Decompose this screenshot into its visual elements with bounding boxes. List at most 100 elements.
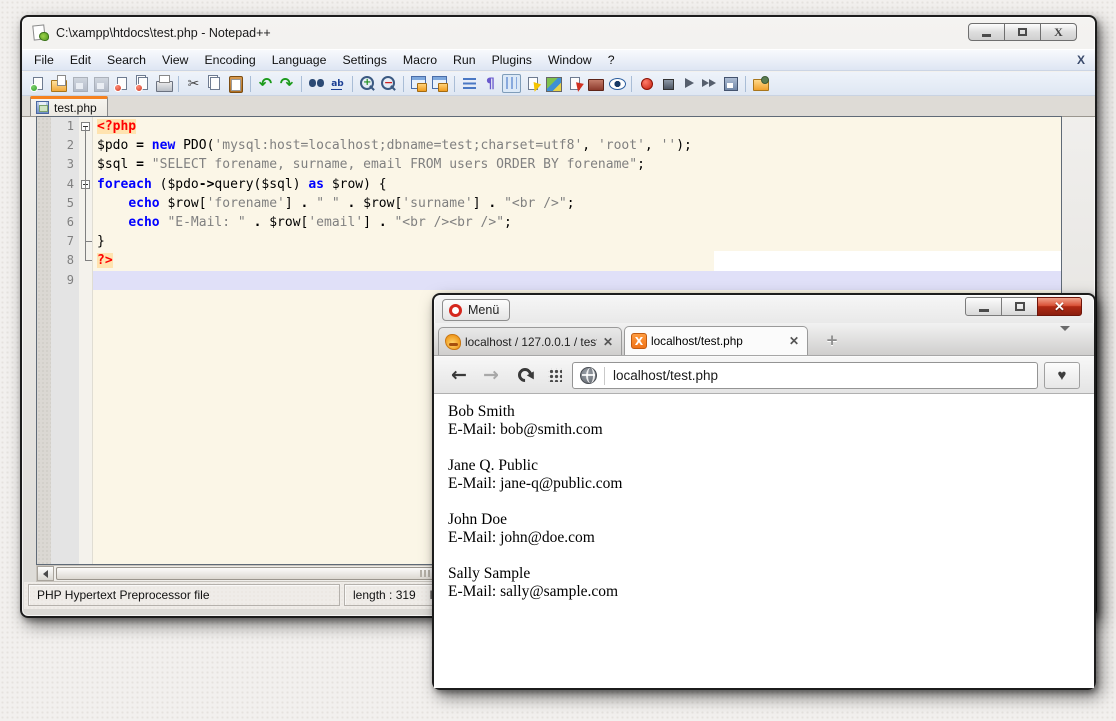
- open-file-icon[interactable]: [49, 74, 68, 93]
- scroll-left-button[interactable]: [37, 566, 54, 581]
- notepadpp-titlebar[interactable]: C:\xampp\htdocs\test.php - Notepad++ X: [22, 17, 1095, 49]
- new-tab-button[interactable]: +: [822, 330, 842, 350]
- code-segment: <?php: [97, 119, 136, 134]
- code-segment: ;: [504, 215, 512, 230]
- define-language-icon[interactable]: [523, 74, 542, 93]
- close-icon[interactable]: [112, 74, 131, 93]
- code-segment: [246, 215, 254, 230]
- show-indent-guide-icon[interactable]: [502, 74, 521, 93]
- reload-button[interactable]: [512, 362, 538, 388]
- code-segment: =: [136, 157, 144, 172]
- undo-icon[interactable]: ↶: [256, 74, 275, 93]
- save-all-icon[interactable]: [91, 74, 110, 93]
- minimize-icon: [982, 34, 991, 37]
- menu-settings[interactable]: Settings: [334, 51, 394, 69]
- sync-h-scroll-icon[interactable]: [430, 74, 449, 93]
- replace-icon[interactable]: ab: [328, 74, 347, 93]
- browser-tab-2[interactable]: Xlocalhost/test.php✕: [624, 326, 808, 355]
- speed-dial-button[interactable]: [542, 362, 568, 388]
- xampp-icon: X: [631, 333, 647, 349]
- minimize-button[interactable]: [965, 297, 1002, 316]
- fold-cell[interactable]: [79, 175, 92, 194]
- menu-edit[interactable]: Edit: [62, 51, 99, 69]
- menu-run[interactable]: Run: [445, 51, 484, 69]
- minimize-button[interactable]: [968, 23, 1005, 41]
- copy-icon[interactable]: [205, 74, 224, 93]
- menu-window[interactable]: Window: [540, 51, 600, 69]
- show-all-characters-glyph: ¶: [486, 76, 495, 92]
- macro-save-icon[interactable]: [721, 74, 740, 93]
- function-list-icon[interactable]: [565, 74, 584, 93]
- file-monitoring-icon[interactable]: [607, 74, 626, 93]
- menu-view[interactable]: View: [154, 51, 196, 69]
- close-button[interactable]: X: [1040, 23, 1077, 41]
- show-all-characters-icon[interactable]: ¶: [481, 74, 500, 93]
- bookmark-button[interactable]: ♥: [1044, 362, 1080, 389]
- close-all-icon[interactable]: [133, 74, 152, 93]
- sync-v-scroll-icon[interactable]: [409, 74, 428, 93]
- code-segment: foreach: [97, 177, 152, 192]
- plugins-admin-icon[interactable]: [751, 74, 770, 93]
- fold-cell[interactable]: [79, 251, 92, 270]
- fold-line-bottom: [85, 223, 86, 232]
- document-map-icon[interactable]: [544, 74, 563, 93]
- redo-icon[interactable]: ↷: [277, 74, 296, 93]
- maximize-button[interactable]: [1001, 297, 1038, 316]
- bookmark-margin[interactable]: [37, 117, 51, 564]
- menu-encoding[interactable]: Encoding: [196, 51, 263, 69]
- fold-cell[interactable]: [79, 155, 92, 174]
- fold-cell[interactable]: [79, 232, 92, 251]
- macro-stop-icon[interactable]: [658, 74, 677, 93]
- document-close-x-button[interactable]: X: [1077, 53, 1085, 67]
- opera-menu-button[interactable]: Menü: [442, 299, 510, 321]
- fold-cell[interactable]: [79, 136, 92, 155]
- code-line: }: [93, 232, 1061, 251]
- fold-cell[interactable]: [79, 117, 92, 136]
- menu-plugins[interactable]: Plugins: [484, 51, 540, 69]
- menu-help[interactable]: ?: [600, 51, 623, 69]
- menu-search[interactable]: Search: [99, 51, 154, 69]
- zoom-out-icon[interactable]: −: [379, 74, 398, 93]
- paste-icon[interactable]: [226, 74, 245, 93]
- folder-as-workspace-icon[interactable]: [586, 74, 605, 93]
- tab-close-button[interactable]: ✕: [787, 334, 801, 348]
- user-email: E-Mail: jane-q@public.com: [448, 475, 1080, 493]
- forward-button[interactable]: →: [478, 362, 504, 388]
- toolbar-separator: [352, 76, 353, 92]
- zoom-in-icon[interactable]: +: [358, 74, 377, 93]
- address-bar[interactable]: localhost/test.php: [572, 362, 1038, 389]
- tab-close-button[interactable]: ✕: [601, 335, 615, 349]
- user-email: E-Mail: bob@smith.com: [448, 421, 1080, 439]
- tab-list-icon[interactable]: [1060, 331, 1080, 349]
- maximize-button[interactable]: [1004, 23, 1041, 41]
- opera-titlebar[interactable]: Menü ✕: [434, 295, 1094, 323]
- line-number-margin: 123456789: [51, 117, 79, 564]
- code-segment: 'mysql:host=localhost;dbname=test;charse…: [214, 138, 582, 153]
- close-button[interactable]: ✕: [1037, 297, 1082, 316]
- code-segment: [97, 196, 128, 211]
- macro-play-icon[interactable]: [679, 74, 698, 93]
- code-segment: " ": [316, 196, 339, 211]
- fold-cell[interactable]: [79, 213, 92, 232]
- print-icon[interactable]: [154, 74, 173, 93]
- new-file-icon[interactable]: [28, 74, 47, 93]
- opera-logo-icon: [449, 304, 462, 317]
- tab-test-php[interactable]: test.php: [30, 96, 108, 116]
- cut-icon[interactable]: ✂: [184, 74, 203, 93]
- menu-language[interactable]: Language: [264, 51, 335, 69]
- fold-cell[interactable]: [79, 271, 92, 290]
- browser-tab-1[interactable]: localhost / 127.0.0.1 / test✕: [438, 327, 622, 355]
- word-wrap-icon[interactable]: [460, 74, 479, 93]
- menu-file[interactable]: File: [26, 51, 62, 69]
- macro-run-multiple-icon[interactable]: [700, 74, 719, 93]
- save-icon[interactable]: [70, 74, 89, 93]
- fold-cell[interactable]: [79, 194, 92, 213]
- menu-macro[interactable]: Macro: [395, 51, 445, 69]
- find-icon[interactable]: [307, 74, 326, 93]
- opera-window: Menü ✕ + localhost / 127.0.0.1 / test✕Xl…: [432, 293, 1096, 690]
- back-button[interactable]: ←: [446, 362, 472, 388]
- code-segment: ,: [645, 138, 661, 153]
- fold-margin[interactable]: [79, 117, 93, 564]
- macro-record-icon[interactable]: [637, 74, 656, 93]
- url-text[interactable]: localhost/test.php: [613, 368, 718, 383]
